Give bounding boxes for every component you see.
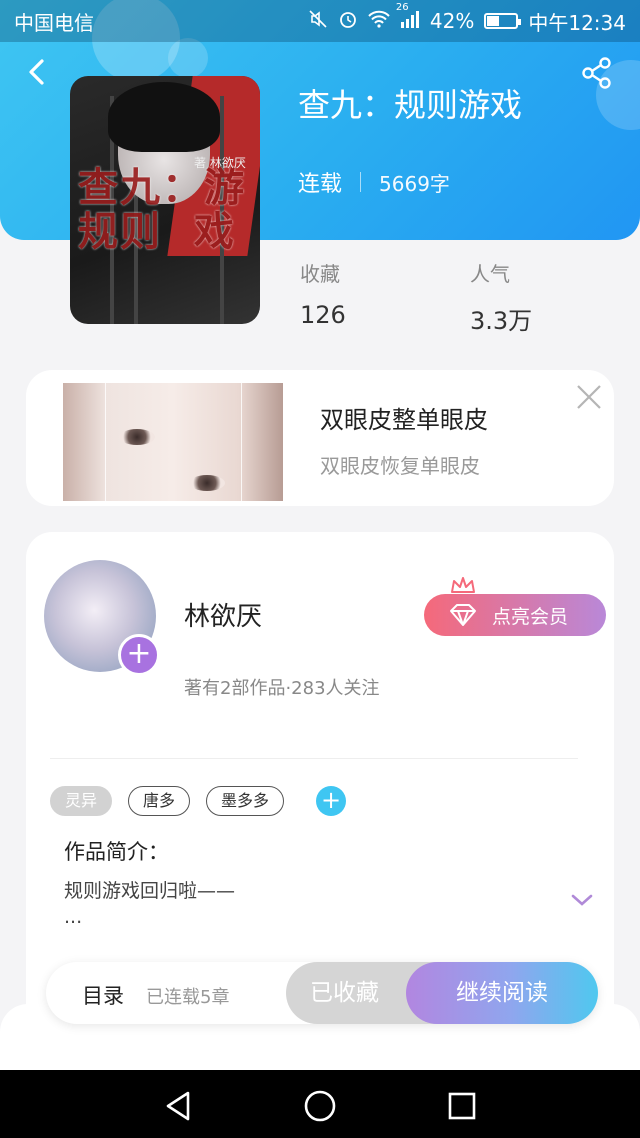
book-cover[interactable]: 查九：游 规则 戏 著 林欲厌 (70, 76, 260, 324)
serial-status: 连载 (298, 172, 343, 197)
popularity-stat: 人气 3.3万 (470, 258, 532, 336)
intro-label: 作品简介： (64, 840, 169, 864)
card-divider (50, 758, 578, 759)
ad-title[interactable]: 双眼皮整单眼皮 (320, 400, 488, 435)
alarm-icon (338, 9, 358, 34)
crown-icon (450, 576, 476, 596)
system-nav-bar (0, 1070, 640, 1138)
nav-home-button[interactable] (302, 1088, 338, 1124)
status-icons: 26 42% 中午12:34 (308, 2, 626, 36)
ad-image-eye (119, 429, 155, 445)
vip-button-label: 点亮会员 (492, 605, 569, 628)
popularity-label: 人气 (470, 262, 510, 286)
word-count: 5669字 (379, 171, 450, 196)
clock: 中午12:34 (528, 10, 626, 35)
wifi-icon (368, 10, 390, 33)
battery-icon (484, 13, 522, 29)
mute-icon (308, 9, 328, 34)
share-icon (582, 57, 611, 89)
decorative-bubble (168, 38, 208, 78)
book-meta: 连载 5669字 (298, 166, 450, 198)
ad-image-eye (189, 475, 225, 491)
status-bar: 中国电信 26 42% 中午12:34 (0, 0, 640, 42)
ad-image-divider (105, 383, 106, 501)
share-button[interactable] (580, 56, 614, 90)
cover-title-art: 查九：游 规则 戏 (78, 164, 246, 255)
signal-icon: 26 (396, 2, 420, 33)
tag-item[interactable]: 灵异 (50, 786, 113, 816)
circle-home-icon (304, 1090, 336, 1122)
chapter-status: 已连载5章 (146, 987, 230, 1008)
nav-recent-button[interactable] (444, 1088, 480, 1124)
ad-close-button[interactable] (574, 382, 604, 412)
diamond-icon (450, 604, 476, 626)
follow-author-button[interactable]: + (118, 634, 160, 676)
author-stats: 著有2部作品·283人关注 (184, 678, 380, 699)
popularity-value: 3.3万 (470, 307, 533, 335)
cover-author-art: 著 林欲厌 (194, 156, 246, 170)
expand-intro-button[interactable] (570, 892, 594, 908)
ad-subtitle: 双眼皮恢复单眼皮 (320, 454, 480, 478)
ad-image-divider (241, 383, 242, 501)
vip-button[interactable]: 点亮会员 (424, 594, 606, 636)
tag-item[interactable]: 墨多多 (206, 786, 285, 816)
chevron-down-icon (571, 894, 593, 906)
battery-percent: 42% (429, 9, 475, 33)
cover-character-hair (108, 82, 220, 152)
chevron-left-icon (29, 59, 44, 85)
continue-reading-button[interactable]: 继续阅读 (406, 962, 598, 1024)
book-title: 查九：规则游戏 (298, 86, 523, 124)
tag-item[interactable]: 唐多 (128, 786, 191, 816)
square-recent-icon (448, 1092, 476, 1120)
tag-list: 灵异 唐多 墨多多 + (50, 786, 347, 816)
close-icon (577, 385, 601, 409)
add-tag-button[interactable]: + (316, 786, 347, 816)
nav-back-button[interactable] (160, 1088, 196, 1124)
battery-fill (487, 16, 500, 26)
network-type: 26 (395, 1, 409, 13)
favorites-value: 126 (300, 301, 346, 329)
intro-text: 规则游戏回归啦—— ... (64, 880, 236, 928)
carrier-label: 中国电信 (14, 10, 94, 35)
triangle-back-icon (166, 1091, 190, 1121)
toc-button[interactable]: 目录 (82, 980, 124, 1010)
favorites-stat: 收藏 126 (300, 258, 346, 329)
meta-divider (360, 172, 362, 192)
back-button[interactable] (22, 56, 54, 88)
ad-image[interactable] (63, 383, 283, 501)
favorites-label: 收藏 (300, 262, 340, 286)
author-name[interactable]: 林欲厌 (184, 596, 262, 633)
bottom-action-bar: 目录 已连载5章 已收藏 继续阅读 (46, 962, 598, 1024)
ad-card[interactable]: 双眼皮整单眼皮 双眼皮恢复单眼皮 (26, 370, 614, 506)
